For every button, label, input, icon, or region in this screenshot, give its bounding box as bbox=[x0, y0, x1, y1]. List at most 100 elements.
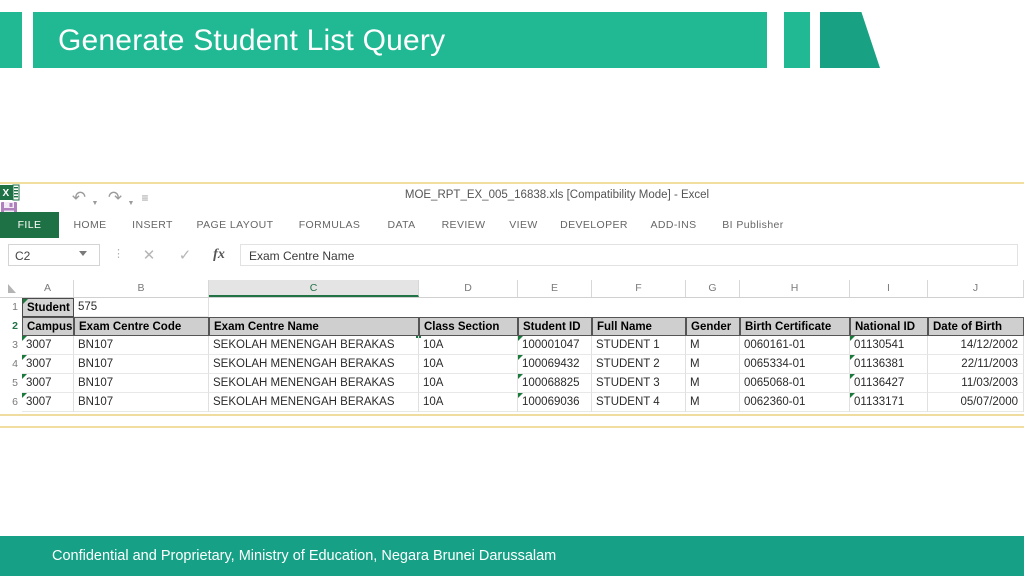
spreadsheet-grid: ABCDEFGHIJ 1 2 3 4 5 6 Student 575 Campus Exam Ce… bbox=[0, 280, 1024, 426]
cell-H4[interactable]: 0065334-01 bbox=[740, 355, 850, 374]
cell-J5[interactable]: 11/03/2003 bbox=[928, 374, 1024, 393]
cell-D5[interactable]: 10A bbox=[419, 374, 518, 393]
cell-J4[interactable]: 22/11/2003 bbox=[928, 355, 1024, 374]
row-header-6[interactable]: 6 bbox=[0, 393, 22, 412]
cell-A5[interactable]: 3007 bbox=[22, 374, 74, 393]
header-trapezoid-shape bbox=[820, 12, 880, 68]
column-header-G[interactable]: G bbox=[686, 280, 740, 297]
header-cell-exam-centre-code[interactable]: Exam Centre Code bbox=[74, 317, 209, 336]
cell-B6[interactable]: BN107 bbox=[74, 393, 209, 412]
cell-I5[interactable]: 01136427 bbox=[850, 374, 928, 393]
fx-insert-function-icon[interactable]: fx bbox=[206, 245, 232, 265]
cell-A1[interactable]: Student bbox=[22, 298, 74, 317]
cell-F3[interactable]: STUDENT 1 bbox=[592, 336, 686, 355]
cell-B1[interactable]: 575 bbox=[74, 298, 209, 317]
cell-A4[interactable]: 3007 bbox=[22, 355, 74, 374]
formula-input[interactable]: Exam Centre Name bbox=[240, 244, 1018, 266]
row-header-3[interactable]: 3 bbox=[0, 336, 22, 355]
ribbon-tab-data[interactable]: DATA bbox=[373, 212, 430, 238]
cell-G4[interactable]: M bbox=[686, 355, 740, 374]
cell-D6[interactable]: 10A bbox=[419, 393, 518, 412]
cell-D4[interactable]: 10A bbox=[419, 355, 518, 374]
column-header-J[interactable]: J bbox=[928, 280, 1024, 297]
header-cell-campus[interactable]: Campus bbox=[22, 317, 74, 336]
formula-bar-row: C2 ⋮ ✕ ✓ fx Exam Centre Name bbox=[0, 244, 1024, 272]
cancel-x-icon[interactable]: ✕ bbox=[136, 246, 162, 265]
cell-F4[interactable]: STUDENT 2 bbox=[592, 355, 686, 374]
column-header-D[interactable]: D bbox=[419, 280, 518, 297]
column-header-H[interactable]: H bbox=[740, 280, 850, 297]
ribbon-tab-bar: FILE HOME INSERT PAGE LAYOUT FORMULAS DATA REV… bbox=[0, 212, 1024, 238]
cell-G6[interactable]: M bbox=[686, 393, 740, 412]
cell-error-indicator-icon bbox=[22, 393, 27, 398]
cell-E4[interactable]: 100069432 bbox=[518, 355, 592, 374]
header-cell-exam-centre-name[interactable]: Exam Centre Name bbox=[209, 317, 419, 336]
cell-E6[interactable]: 100069036 bbox=[518, 393, 592, 412]
cell-G5[interactable]: M bbox=[686, 374, 740, 393]
ribbon-tab-page-layout[interactable]: PAGE LAYOUT bbox=[184, 212, 286, 238]
header-cell-full-name[interactable]: Full Name bbox=[592, 317, 686, 336]
header-cell-national-id[interactable]: National ID bbox=[850, 317, 928, 336]
cell-E3[interactable]: 100001047 bbox=[518, 336, 592, 355]
header-cell-gender[interactable]: Gender bbox=[686, 317, 740, 336]
column-header-row: ABCDEFGHIJ bbox=[0, 280, 1024, 298]
ribbon-tab-add-ins[interactable]: ADD-INS bbox=[638, 212, 709, 238]
row-header-4[interactable]: 4 bbox=[0, 355, 22, 374]
ribbon-tab-developer[interactable]: DEVELOPER bbox=[550, 212, 638, 238]
ribbon-tab-bi-publisher[interactable]: BI Publisher bbox=[709, 212, 797, 238]
cell-B5[interactable]: BN107 bbox=[74, 374, 209, 393]
cell-C6[interactable]: SEKOLAH MENENGAH BERAKAS bbox=[209, 393, 419, 412]
cell-J3[interactable]: 14/12/2002 bbox=[928, 336, 1024, 355]
column-header-I[interactable]: I bbox=[850, 280, 928, 297]
cell-I6[interactable]: 01133171 bbox=[850, 393, 928, 412]
ribbon-tab-file[interactable]: FILE bbox=[0, 212, 59, 238]
row-header-1[interactable]: 1 bbox=[0, 298, 22, 317]
cell-J6[interactable]: 05/07/2000 bbox=[928, 393, 1024, 412]
cell-A3[interactable]: 3007 bbox=[22, 336, 74, 355]
cell-error-indicator-icon bbox=[22, 355, 27, 360]
select-all-corner-button[interactable] bbox=[0, 280, 22, 297]
header-cell-class-section[interactable]: Class Section bbox=[419, 317, 518, 336]
cell-H5[interactable]: 0065068-01 bbox=[740, 374, 850, 393]
column-header-C[interactable]: C bbox=[209, 280, 419, 297]
cell-error-indicator-icon bbox=[23, 299, 28, 304]
slide-header-banner: Generate Student List Query bbox=[0, 0, 1024, 90]
cell-B3[interactable]: BN107 bbox=[74, 336, 209, 355]
ribbon-tab-formulas[interactable]: FORMULAS bbox=[286, 212, 373, 238]
header-cell-date-of-birth[interactable]: Date of Birth bbox=[928, 317, 1024, 336]
row-header-5[interactable]: 5 bbox=[0, 374, 22, 393]
ribbon-tab-review[interactable]: REVIEW bbox=[430, 212, 497, 238]
ribbon-tab-view[interactable]: VIEW bbox=[497, 212, 550, 238]
cell-C4[interactable]: SEKOLAH MENENGAH BERAKAS bbox=[209, 355, 419, 374]
header-cell-birth-certificate[interactable]: Birth Certificate bbox=[740, 317, 850, 336]
row-header-2[interactable]: 2 bbox=[0, 317, 22, 336]
name-box-dropdown-caret-icon[interactable] bbox=[79, 251, 87, 256]
ribbon-tab-home[interactable]: HOME bbox=[59, 212, 121, 238]
cell-F6[interactable]: STUDENT 4 bbox=[592, 393, 686, 412]
header-cell-student-id[interactable]: Student ID bbox=[518, 317, 592, 336]
select-all-triangle-icon bbox=[8, 284, 16, 293]
cell-A6[interactable]: 3007 bbox=[22, 393, 74, 412]
cell-I3[interactable]: 01130541 bbox=[850, 336, 928, 355]
cell-E5[interactable]: 100068825 bbox=[518, 374, 592, 393]
cell-H3[interactable]: 0060161-01 bbox=[740, 336, 850, 355]
cell-error-indicator-icon bbox=[22, 374, 27, 379]
formula-bar-separator-dots: ⋮ bbox=[113, 248, 124, 260]
ribbon-tab-insert[interactable]: INSERT bbox=[121, 212, 184, 238]
cell-C5[interactable]: SEKOLAH MENENGAH BERAKAS bbox=[209, 374, 419, 393]
column-header-E[interactable]: E bbox=[518, 280, 592, 297]
quick-access-toolbar: X ↶ ▼ ↷ ▼ ≡ MOE_RPT_EX_005_16838.xls [Co… bbox=[0, 184, 1024, 217]
cell-D3[interactable]: 10A bbox=[419, 336, 518, 355]
column-header-F[interactable]: F bbox=[592, 280, 686, 297]
footer-confidentiality-text: Confidential and Proprietary, Ministry o… bbox=[52, 548, 557, 564]
column-header-B[interactable]: B bbox=[74, 280, 209, 297]
accept-check-icon[interactable]: ✓ bbox=[172, 246, 198, 265]
cell-F5[interactable]: STUDENT 3 bbox=[592, 374, 686, 393]
cell-H6[interactable]: 0062360-01 bbox=[740, 393, 850, 412]
cell-C3[interactable]: SEKOLAH MENENGAH BERAKAS bbox=[209, 336, 419, 355]
cell-B4[interactable]: BN107 bbox=[74, 355, 209, 374]
column-header-A[interactable]: A bbox=[22, 280, 74, 297]
excel-window-screenshot: X ↶ ▼ ↷ ▼ ≡ MOE_RPT_EX_005_16838.xls [Co… bbox=[0, 182, 1024, 428]
cell-I4[interactable]: 01136381 bbox=[850, 355, 928, 374]
cell-G3[interactable]: M bbox=[686, 336, 740, 355]
